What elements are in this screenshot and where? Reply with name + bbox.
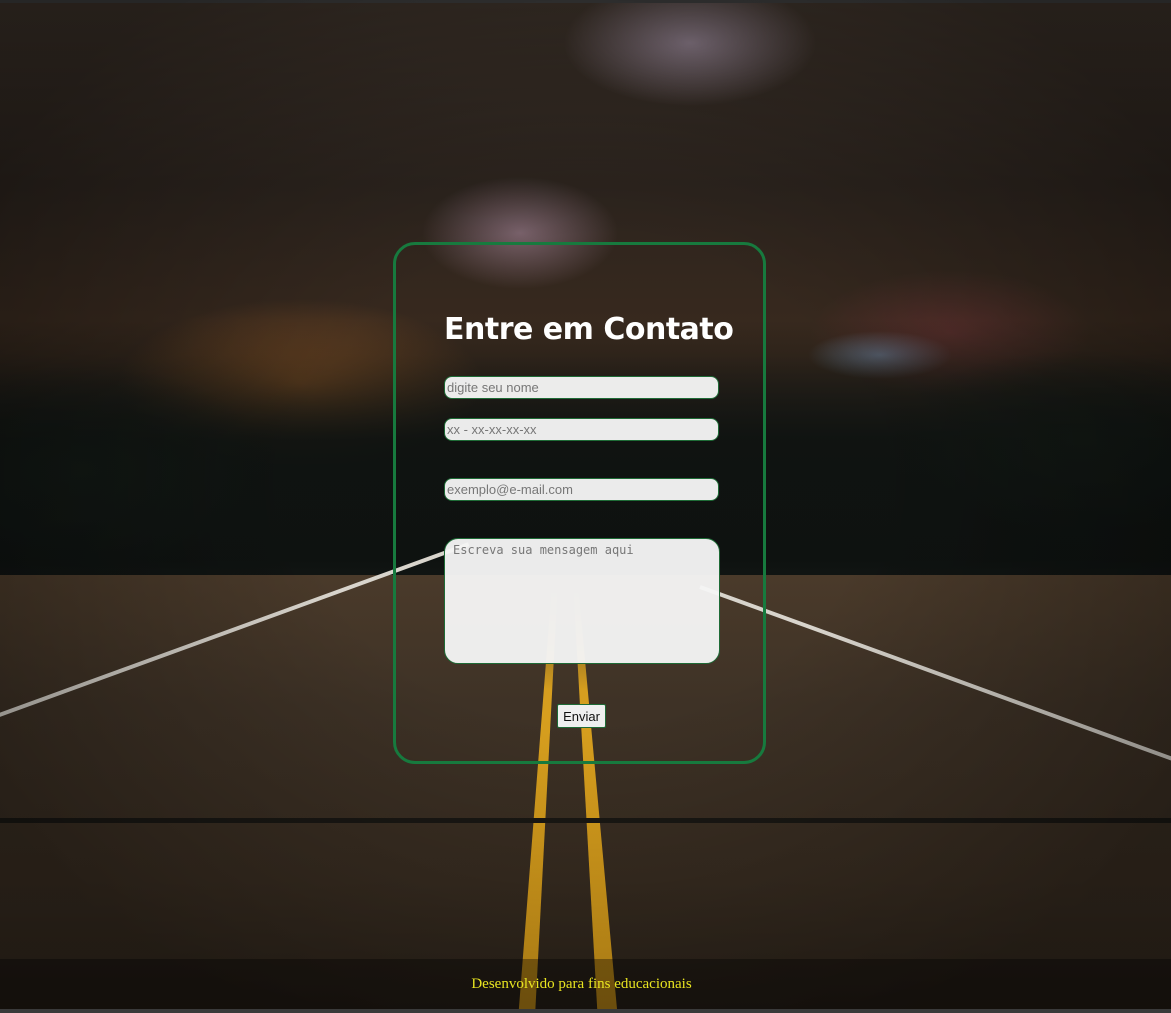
send-button[interactable]: Enviar	[557, 704, 606, 728]
email-input[interactable]	[444, 478, 719, 501]
phone-input[interactable]	[444, 418, 719, 441]
contact-title: Entre em Contato	[444, 312, 734, 347]
message-textarea[interactable]	[444, 538, 720, 664]
window-bottom-border	[0, 1009, 1171, 1013]
footer-text: Desenvolvido para fins educacionais	[471, 976, 692, 992]
name-input[interactable]	[444, 376, 719, 399]
contact-page: Entre em Contato Enviar Desenvolvido par…	[0, 0, 1171, 1013]
